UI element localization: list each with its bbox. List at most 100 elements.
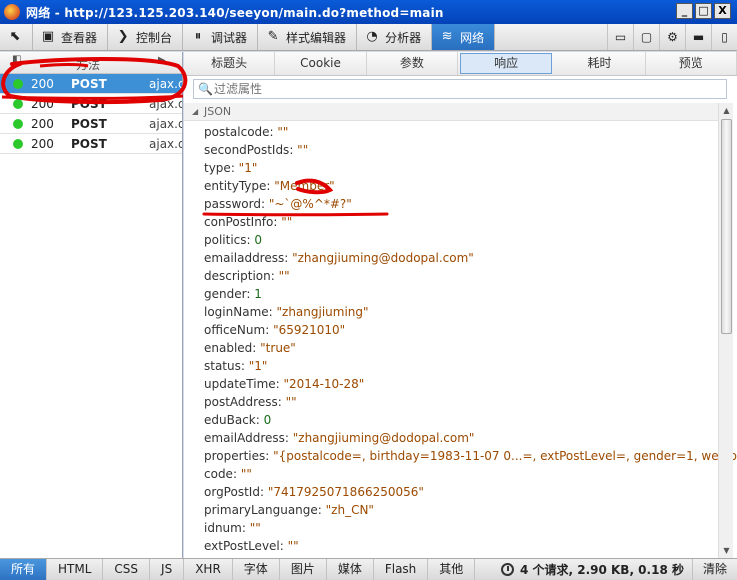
json-property: politics: 0 — [204, 231, 714, 249]
dock-bottom-button[interactable]: ▬ — [685, 24, 711, 50]
request-row[interactable]: 200 POST ajax.do — [0, 94, 182, 114]
detail-tab[interactable]: 耗时 — [554, 52, 646, 75]
filter-button[interactable]: Flash — [374, 559, 429, 580]
filter-button[interactable]: 媒体 — [327, 559, 374, 580]
property-key: gender — [204, 287, 247, 301]
request-status: 200 — [31, 137, 54, 151]
json-property: emailaddress: "zhangjiuming@dodopal.com" — [204, 249, 714, 267]
filter-button[interactable]: JS — [150, 559, 185, 580]
request-row[interactable]: 200 POST ajax.do — [0, 114, 182, 134]
scratchpad-button[interactable]: ▭ — [607, 24, 633, 50]
request-row[interactable]: 200 POST ajax.do — [0, 74, 182, 94]
property-separator: : — [230, 161, 239, 175]
property-value: "2014-10-28" — [283, 377, 365, 391]
filter-button[interactable]: HTML — [47, 559, 104, 580]
maximize-button[interactable]: □ — [695, 3, 712, 19]
tab-style-editor-label: 样式编辑器 — [286, 30, 347, 45]
property-value: "" — [285, 395, 297, 409]
property-key: updateTime — [204, 377, 276, 391]
dock-bottom-icon: ▬ — [692, 30, 705, 44]
json-property: extPostLevel: "" — [204, 537, 714, 555]
tab-debugger-label: 调试器 — [211, 30, 248, 45]
scroll-down-arrow-icon[interactable]: ▼ — [719, 543, 734, 558]
json-property: idnum: "" — [204, 519, 714, 537]
detail-tab[interactable]: 标题头 — [184, 52, 276, 75]
json-property-list: postalcode: "" secondPostIds: "" type: "1"… — [204, 123, 737, 555]
property-key: status — [204, 359, 241, 373]
collapse-panel-icon[interactable]: ▶ — [158, 55, 166, 66]
property-key: orgPostId — [204, 485, 260, 499]
filter-button[interactable]: 图片 — [280, 559, 327, 580]
request-list: ◧ 方法 ▶ 200 POST ajax.do 200 POST ajax.do 200 PO… — [0, 52, 183, 558]
filter-properties[interactable]: 🔍 — [193, 79, 727, 99]
request-row[interactable]: 200 POST ajax.do — [0, 134, 182, 154]
property-value: "" — [278, 269, 290, 283]
property-key: emailAddress — [204, 431, 285, 445]
scrollbar-thumb[interactable] — [721, 119, 732, 334]
filter-input[interactable] — [214, 81, 714, 97]
tab-network[interactable]: ≋ 网络 — [432, 24, 496, 50]
detail-tab[interactable]: Cookie — [275, 52, 367, 75]
gear-icon: ⚙ — [667, 30, 678, 44]
filter-button[interactable]: XHR — [184, 559, 233, 580]
property-value: "zhangjiuming@dodopal.com" — [292, 251, 474, 265]
property-key: emailaddress — [204, 251, 285, 265]
json-property: gender: 1 — [204, 285, 714, 303]
detail-tab[interactable]: 响应 — [459, 53, 553, 74]
tab-console-label: 控制台 — [136, 30, 173, 45]
filter-button[interactable]: 其他 — [428, 559, 476, 580]
search-icon: 🔍 — [198, 82, 213, 96]
collapse-triangle-icon[interactable]: ◢ — [192, 107, 198, 116]
method-column-header[interactable]: 方法 — [76, 56, 100, 73]
sort-icon[interactable]: ◧ — [12, 54, 21, 65]
status-ok-dot-icon — [13, 79, 23, 89]
json-property: emailAddress: "zhangjiuming@dodopal.com" — [204, 429, 714, 447]
inspect-icon: ⬉ — [9, 29, 21, 44]
filter-button[interactable]: CSS — [103, 559, 151, 580]
json-property: type: "1" — [204, 159, 714, 177]
tab-debugger[interactable]: ⏸ 调试器 — [183, 24, 259, 50]
property-separator: : — [265, 449, 274, 463]
devtools-toolbar: ⬉ ▣ 查看器 ❯ 控制台 ⏸ 调试器 ✎ 样式编辑器 ◔ 分析器 ≋ 网络 ▭… — [0, 24, 737, 51]
window-title: 网络 - http://123.125.203.140/seeyon/main.… — [26, 5, 444, 20]
property-separator: : — [284, 431, 293, 445]
tab-console[interactable]: ❯ 控制台 — [108, 24, 184, 50]
scroll-up-arrow-icon[interactable]: ▲ — [719, 103, 734, 118]
property-key: entityType — [204, 179, 267, 193]
tab-style-editor[interactable]: ✎ 样式编辑器 — [258, 24, 358, 50]
tab-profiler[interactable]: ◔ 分析器 — [357, 24, 433, 50]
detail-tab[interactable]: 参数 — [367, 52, 458, 75]
request-status: 200 — [31, 97, 54, 111]
detail-tab[interactable]: 预览 — [646, 52, 737, 75]
property-value: "zh_CN" — [325, 503, 374, 517]
settings-button[interactable]: ⚙ — [659, 24, 685, 50]
property-separator: : — [270, 269, 279, 283]
dock-side-button[interactable]: ▯ — [711, 24, 737, 50]
tab-inspector[interactable]: ▣ 查看器 — [33, 24, 109, 50]
vertical-scrollbar[interactable]: ▲ ▼ — [718, 103, 733, 558]
property-value: "65921010" — [273, 323, 346, 337]
json-property: enabled: "true" — [204, 339, 714, 357]
responsive-button[interactable]: ▢ — [633, 24, 659, 50]
property-value: "true" — [260, 341, 296, 355]
filter-button[interactable]: 所有 — [0, 559, 48, 580]
json-section-header[interactable]: ◢ JSON — [184, 103, 718, 121]
status-ok-dot-icon — [13, 139, 23, 149]
debugger-arrow-icon: ❯ — [117, 29, 129, 44]
clear-button[interactable]: 清除 — [691, 559, 737, 580]
property-separator: : — [240, 359, 249, 373]
request-url: ajax.do — [149, 137, 182, 151]
json-property: primaryLanguange: "zh_CN" — [204, 501, 714, 519]
inspect-button[interactable]: ⬉ — [0, 24, 33, 50]
close-button[interactable]: X — [714, 3, 731, 19]
json-property: postalcode: "" — [204, 123, 714, 141]
request-detail-panel: 标题头Cookie参数响应耗时预览 🔍 ◢ JSON postalcode: "… — [184, 52, 737, 558]
filter-button[interactable]: 字体 — [233, 559, 280, 580]
property-key: conPostInfo — [204, 215, 274, 229]
property-key: postAddress — [204, 395, 278, 409]
minimize-button[interactable]: _ — [676, 3, 693, 19]
property-key: password — [204, 197, 261, 211]
property-separator: : — [289, 143, 298, 157]
json-property: entityType: "Member" — [204, 177, 714, 195]
property-separator: : — [255, 413, 264, 427]
